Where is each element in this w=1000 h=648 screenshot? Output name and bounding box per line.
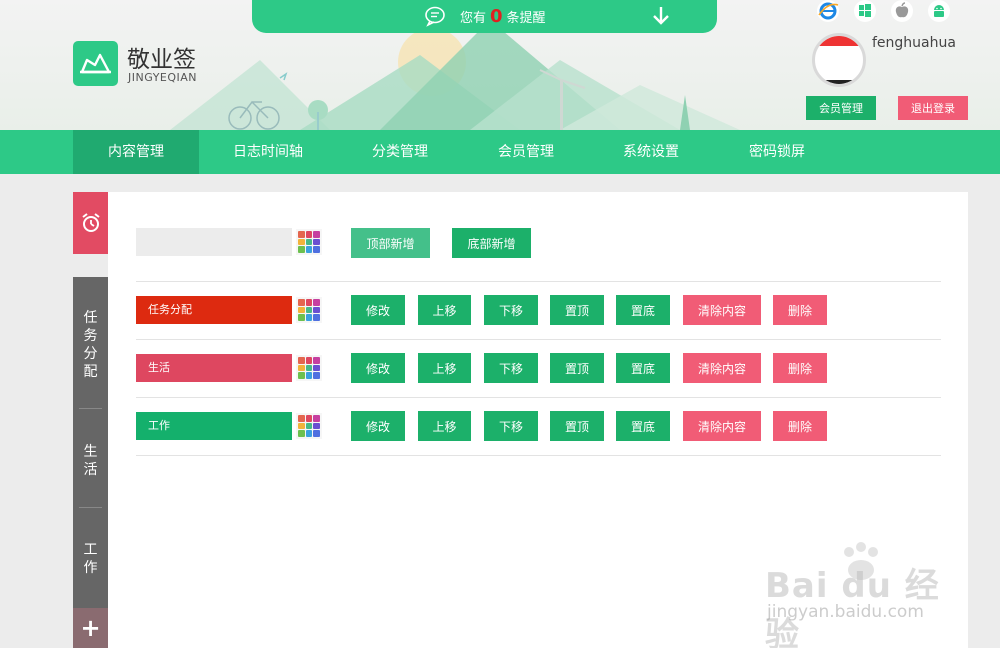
reminder-prefix: 您有: [460, 11, 487, 26]
sidebar-item-label: 生活: [83, 444, 98, 478]
apple-icon[interactable]: [891, 0, 913, 22]
sidebar-item-label: 工作: [83, 542, 98, 576]
avatar[interactable]: [812, 33, 866, 87]
reminder-bar[interactable]: 您有 0 条提醒: [252, 0, 717, 33]
add-category-button[interactable]: +: [73, 608, 108, 648]
main-nav: 内容管理 日志时间轴 分类管理 会员管理 系统设置 密码锁屏: [0, 130, 1000, 174]
pin-bottom-button[interactable]: 置底: [616, 295, 670, 325]
username: fenghuahua: [872, 35, 956, 51]
sidebar-item-life[interactable]: 生活: [73, 443, 108, 479]
brand-logo[interactable]: [73, 41, 118, 86]
arrow-down-icon[interactable]: [650, 4, 672, 28]
tab-content-manage[interactable]: 内容管理: [73, 130, 199, 174]
color-picker-icon[interactable]: [296, 413, 322, 439]
sidebar-item-task-assign[interactable]: 任务分配: [73, 309, 108, 381]
pin-top-button[interactable]: 置顶: [550, 353, 604, 383]
tab-password-lock[interactable]: 密码锁屏: [714, 130, 840, 174]
chat-bubble-icon: [425, 6, 445, 27]
move-down-button[interactable]: 下移: [484, 353, 538, 383]
header: 您有 0 条提醒 敬业签 JINGYEQIAN fenghuahua 会员管理 …: [0, 0, 1000, 130]
delete-button[interactable]: 删除: [773, 295, 827, 325]
add-top-button[interactable]: 顶部新增: [351, 228, 430, 258]
brand-name: 敬业签: [127, 47, 196, 73]
pin-bottom-button[interactable]: 置底: [616, 411, 670, 441]
tab-member-manage[interactable]: 会员管理: [463, 130, 589, 174]
color-picker-icon[interactable]: [296, 355, 322, 381]
sidebar-item-label: 任务分配: [83, 310, 98, 380]
new-category-input[interactable]: [136, 228, 292, 256]
sidebar-alarm[interactable]: [73, 192, 108, 254]
reminder-suffix: 条提醒: [506, 11, 546, 26]
delete-button[interactable]: 删除: [773, 353, 827, 383]
cloud-paper-icon: [80, 53, 111, 74]
category-name-field[interactable]: 生活: [136, 354, 292, 382]
clear-content-button[interactable]: 清除内容: [683, 295, 761, 325]
plus-icon: +: [80, 614, 101, 642]
tab-system-settings[interactable]: 系统设置: [588, 130, 714, 174]
pin-top-button[interactable]: 置顶: [550, 411, 604, 441]
tab-category-manage[interactable]: 分类管理: [337, 130, 463, 174]
clear-content-button[interactable]: 清除内容: [683, 411, 761, 441]
windows-icon[interactable]: [854, 0, 876, 22]
category-name-field[interactable]: 任务分配: [136, 296, 292, 324]
category-name-field[interactable]: 工作: [136, 412, 292, 440]
pin-bottom-button[interactable]: 置底: [616, 353, 670, 383]
color-picker-icon[interactable]: [296, 297, 322, 323]
reminder-text: 您有 0 条提醒: [460, 6, 546, 27]
move-down-button[interactable]: 下移: [484, 295, 538, 325]
watermark-url: jingyan.baidu.com: [767, 602, 924, 622]
sidebar-item-work[interactable]: 工作: [73, 541, 108, 577]
move-down-button[interactable]: 下移: [484, 411, 538, 441]
edit-button[interactable]: 修改: [351, 295, 405, 325]
move-up-button[interactable]: 上移: [418, 295, 471, 325]
sidebar-categories: 任务分配 生活 工作: [73, 277, 108, 608]
watermark: Bai du 经验 jingyan.baidu.com: [765, 540, 950, 648]
move-up-button[interactable]: 上移: [418, 411, 471, 441]
edit-button[interactable]: 修改: [351, 411, 405, 441]
android-icon[interactable]: [928, 0, 950, 22]
color-picker-icon[interactable]: [296, 229, 322, 255]
delete-button[interactable]: 删除: [773, 411, 827, 441]
ie-icon[interactable]: [817, 0, 839, 22]
edit-button[interactable]: 修改: [351, 353, 405, 383]
move-up-button[interactable]: 上移: [418, 353, 471, 383]
member-manage-button[interactable]: 会员管理: [806, 96, 876, 120]
brand-subtitle: JINGYEQIAN: [128, 71, 198, 84]
clear-content-button[interactable]: 清除内容: [683, 353, 761, 383]
logout-button[interactable]: 退出登录: [898, 96, 968, 120]
tab-log-timeline[interactable]: 日志时间轴: [205, 130, 331, 174]
alarm-clock-icon: [81, 213, 100, 232]
pin-top-button[interactable]: 置顶: [550, 295, 604, 325]
reminder-count: 0: [490, 6, 503, 27]
add-bottom-button[interactable]: 底部新增: [452, 228, 531, 258]
